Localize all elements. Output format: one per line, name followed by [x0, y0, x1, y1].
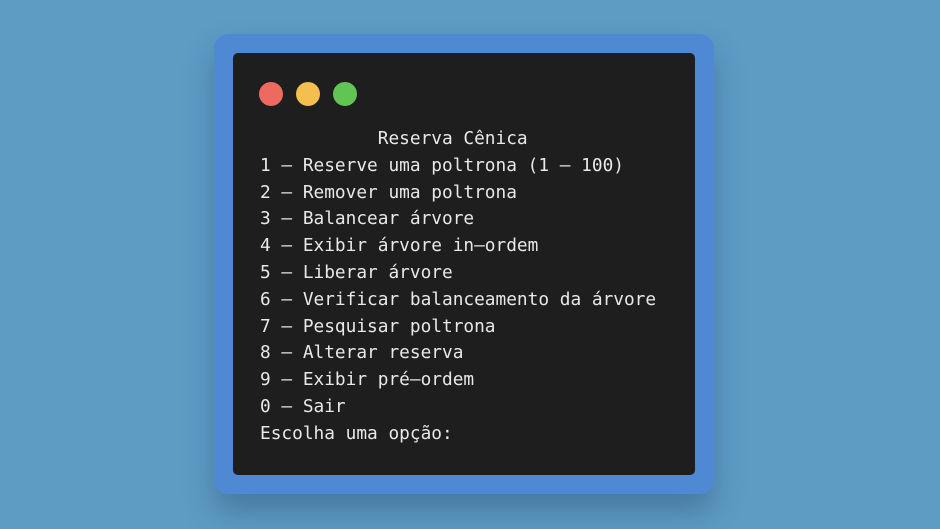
menu-option-8: 8 – Alterar reserva: [260, 342, 464, 364]
menu-option-3: 3 – Balancear árvore: [260, 208, 475, 230]
menu-option-2: 2 – Remover uma poltrona: [260, 181, 517, 203]
terminal-output: Reserva Cênica 1 – Reserve uma poltrona (…: [260, 126, 656, 448]
menu-option-5: 5 – Liberar árvore: [260, 261, 453, 283]
maximize-button[interactable]: [333, 82, 357, 106]
menu-option-7: 7 – Pesquisar poltrona: [260, 315, 496, 337]
minimize-button[interactable]: [296, 82, 320, 106]
menu-option-6: 6 – Verificar balanceamento da árvore: [260, 288, 657, 310]
close-button[interactable]: [259, 82, 283, 106]
input-prompt[interactable]: Escolha uma opção:: [260, 421, 656, 448]
menu-option-1: 1 – Reserve uma poltrona (1 – 100): [260, 154, 624, 176]
menu-option-9: 9 – Exibir pré–ordem: [260, 369, 475, 391]
menu-title: Reserva Cênica: [260, 128, 528, 149]
menu-option-0: 0 – Sair: [260, 395, 346, 417]
menu-option-4: 4 – Exibir árvore in–ordem: [260, 235, 539, 257]
